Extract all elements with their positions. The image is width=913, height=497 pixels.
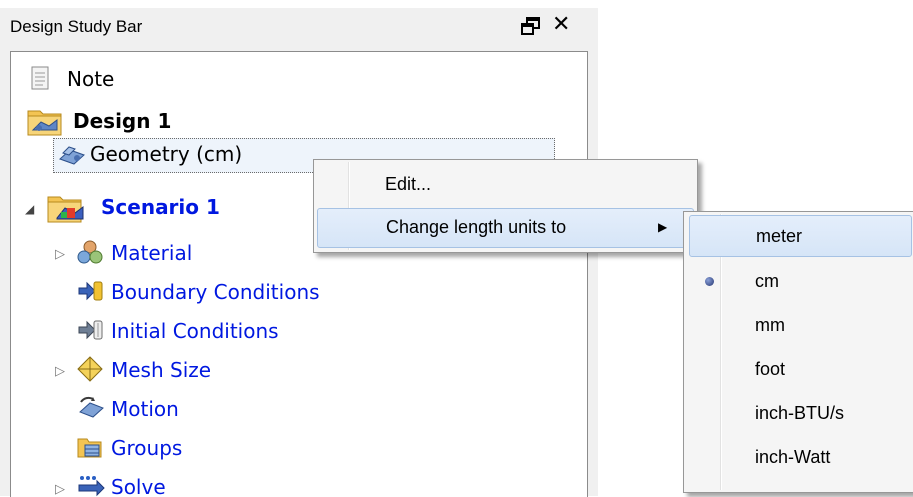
unit-option-cm[interactable]: cm xyxy=(689,263,910,301)
design-folder-icon xyxy=(27,110,62,136)
unit-option-inch-watt[interactable]: inch-Watt xyxy=(689,439,910,477)
tree-item-label: Boundary Conditions xyxy=(111,280,320,304)
cropped-heading-strip xyxy=(0,0,913,8)
menu-item-label: inch-BTU/s xyxy=(755,403,845,423)
tree-item-label: Initial Conditions xyxy=(111,319,279,343)
material-icon xyxy=(77,240,103,264)
menu-item-edit[interactable]: Edit... xyxy=(317,166,692,204)
length-units-submenu: meter cm mm foot inch-BTU/s inch-Watt xyxy=(683,211,913,493)
menu-item-label: Change length units to xyxy=(386,217,567,237)
boundary-conditions-icon xyxy=(78,281,103,301)
menu-item-label: Edit... xyxy=(385,174,432,194)
tree-item-label: Mesh Size xyxy=(111,358,212,382)
mesh-size-icon xyxy=(77,356,103,382)
expand-arrow-icon[interactable]: ▷ xyxy=(55,364,65,379)
collapse-arrow-icon[interactable]: ◢ xyxy=(25,202,34,216)
geometry-context-menu: Edit... Change length units to ▶ xyxy=(313,159,698,253)
panel-title: Design Study Bar xyxy=(10,17,143,36)
menu-item-label: mm xyxy=(755,315,785,335)
solve-icon xyxy=(78,476,105,497)
expand-arrow-icon[interactable]: ▷ xyxy=(55,247,65,262)
expand-arrow-icon[interactable]: ▷ xyxy=(55,482,65,497)
groups-icon xyxy=(77,438,102,458)
menu-item-label: cm xyxy=(755,271,779,291)
tree-item-label: Design 1 xyxy=(73,109,172,133)
motion-icon xyxy=(79,396,104,418)
menu-item-label: foot xyxy=(755,359,786,379)
menu-item-change-length-units[interactable]: Change length units to ▶ xyxy=(317,208,694,248)
submenu-arrow-icon: ▶ xyxy=(658,220,668,234)
unit-option-meter[interactable]: meter xyxy=(689,215,912,257)
float-window-icon[interactable] xyxy=(520,16,542,36)
selected-radio-icon xyxy=(705,277,714,286)
tree-item-label: Note xyxy=(67,67,115,91)
unit-option-inch-btu[interactable]: inch-BTU/s xyxy=(689,395,910,433)
tree-item-label: Material xyxy=(111,241,193,265)
note-icon xyxy=(31,66,49,90)
close-panel-button[interactable]: ✕ xyxy=(552,13,570,35)
tree-item-label: Scenario 1 xyxy=(101,195,220,219)
menu-item-label: inch-Watt xyxy=(755,447,831,467)
design-tree: Note Design 1 Geometry (cm) ◢ Scenario 1… xyxy=(10,51,588,497)
tree-item-label: Groups xyxy=(111,436,183,460)
geometry-icon xyxy=(59,146,85,165)
unit-option-mm[interactable]: mm xyxy=(689,307,910,345)
tree-item-label: Solve xyxy=(111,475,166,497)
unit-option-foot[interactable]: foot xyxy=(689,351,910,389)
panel-titlebar: Design Study Bar ✕ xyxy=(0,8,598,44)
initial-conditions-icon xyxy=(78,320,103,340)
tree-item-label: Motion xyxy=(111,397,179,421)
menu-item-label: meter xyxy=(756,226,803,246)
tree-item-label: Geometry (cm) xyxy=(90,142,243,166)
scenario-folder-icon xyxy=(47,196,84,223)
